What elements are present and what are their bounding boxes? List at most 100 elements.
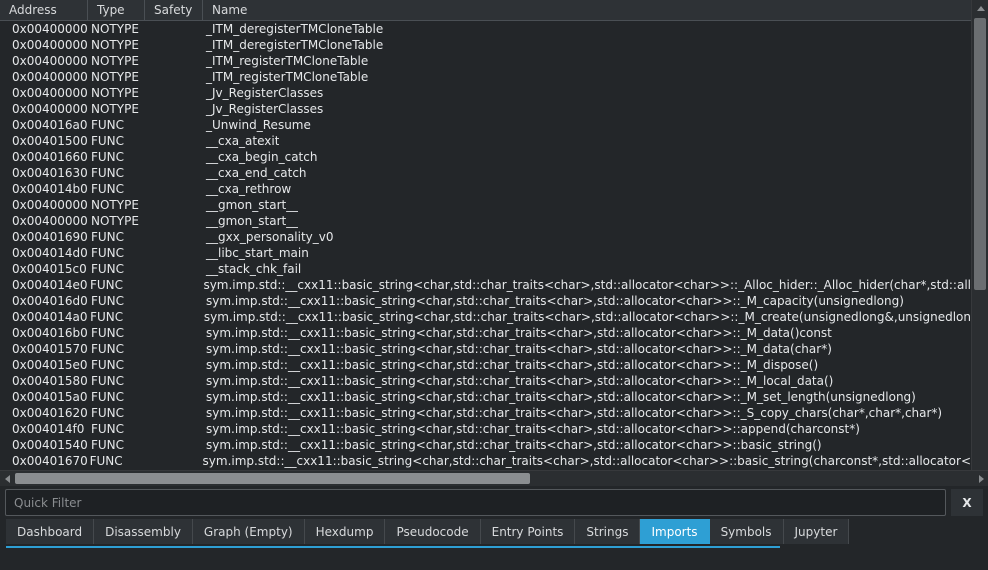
table-row[interactable]: 0x00400000 NOTYPE _Jv_RegisterClasses bbox=[0, 101, 971, 117]
table-row[interactable]: 0x00400000 NOTYPE _ITM_registerTMCloneTabl… bbox=[0, 53, 971, 69]
table-row[interactable]: 0x004016d0 FUNC sym.imp.std::__cxx11::basi… bbox=[0, 293, 971, 309]
cell-safety bbox=[145, 373, 203, 389]
tab-jupyter[interactable]: Jupyter bbox=[783, 519, 850, 544]
table-row[interactable]: 0x004014e0 FUNC sym.imp.std::__cxx11::basi… bbox=[0, 277, 971, 293]
bottom-tab-bar: Dashboard Disassembly Graph (Empty) Hexdump… bbox=[0, 519, 988, 550]
cell-address: 0x00400000 bbox=[12, 54, 88, 68]
cell-safety bbox=[145, 341, 203, 357]
table-row[interactable]: 0x004015a0 FUNC sym.imp.std::__cxx11::basi… bbox=[0, 389, 971, 405]
table-row[interactable]: 0x00400000 NOTYPE __gmon_start__ bbox=[0, 197, 971, 213]
table-row[interactable]: 0x00401630 FUNC __cxa_end_catch bbox=[0, 165, 971, 181]
table-row[interactable]: 0x00400000 NOTYPE _ITM_deregisterTMCloneTa… bbox=[0, 21, 971, 37]
cell-address: 0x00401540 bbox=[12, 438, 88, 452]
cell-safety bbox=[145, 261, 203, 277]
cell-safety bbox=[145, 117, 203, 133]
table-row[interactable]: 0x004016a0 FUNC _Unwind_Resume bbox=[0, 117, 971, 133]
cell-safety bbox=[143, 277, 200, 293]
horizontal-scrollbar[interactable] bbox=[0, 470, 988, 486]
cell-type: FUNC bbox=[91, 134, 125, 148]
cell-address: 0x00401580 bbox=[12, 374, 88, 388]
table-row[interactable]: 0x004015e0 FUNC sym.imp.std::__cxx11::basi… bbox=[0, 357, 971, 373]
cell-safety bbox=[145, 181, 203, 197]
table-row[interactable]: 0x00400000 NOTYPE _ITM_registerTMCloneTabl… bbox=[0, 69, 971, 85]
column-header-safety[interactable]: Safety bbox=[145, 0, 203, 21]
scroll-up-arrow-icon[interactable] bbox=[972, 0, 988, 16]
quick-filter-input[interactable] bbox=[5, 489, 946, 516]
cell-name: sym.imp.std::__cxx11::basic_string<char,… bbox=[202, 454, 971, 468]
column-header-name[interactable]: Name bbox=[203, 0, 971, 21]
table-row[interactable]: 0x00401580 FUNC sym.imp.std::__cxx11::basi… bbox=[0, 373, 971, 389]
tab-dashboard[interactable]: Dashboard bbox=[6, 519, 95, 544]
cell-type: FUNC bbox=[91, 166, 125, 180]
column-header-type[interactable]: Type bbox=[88, 0, 145, 21]
tab-disassembly[interactable]: Disassembly bbox=[94, 519, 193, 544]
cell-name: sym.imp.std::__cxx11::basic_string<char,… bbox=[206, 342, 832, 356]
vertical-scroll-track[interactable] bbox=[972, 16, 988, 470]
column-header-address[interactable]: Address bbox=[0, 0, 88, 21]
cell-address: 0x00400000 bbox=[12, 214, 88, 228]
tab-hexdump[interactable]: Hexdump bbox=[304, 519, 386, 544]
cell-type: FUNC bbox=[91, 422, 125, 436]
cell-name: sym.imp.std::__cxx11::basic_string<char,… bbox=[206, 438, 822, 452]
cell-name: sym.imp.std::__cxx11::basic_string<char,… bbox=[206, 422, 860, 436]
tab-pseudocode[interactable]: Pseudocode bbox=[385, 519, 481, 544]
scroll-right-arrow-icon[interactable] bbox=[974, 471, 988, 486]
cell-type: FUNC bbox=[91, 358, 125, 372]
tab-symbols[interactable]: Symbols bbox=[709, 519, 784, 544]
tab-imports[interactable]: Imports bbox=[640, 519, 710, 544]
cell-name: sym.imp.std::__cxx11::basic_string<char,… bbox=[206, 406, 943, 420]
cell-safety bbox=[145, 101, 203, 117]
table-row[interactable]: 0x004014b0 FUNC __cxa_rethrow bbox=[0, 181, 971, 197]
cell-address: 0x00400000 bbox=[12, 86, 88, 100]
cell-type: FUNC bbox=[91, 182, 125, 196]
table-row[interactable]: 0x004014f0 FUNC sym.imp.std::__cxx11::basi… bbox=[0, 421, 971, 437]
cell-name: __cxa_atexit bbox=[206, 134, 280, 148]
cell-type: FUNC bbox=[91, 326, 125, 340]
table-row[interactable]: 0x00401620 FUNC sym.imp.std::__cxx11::basi… bbox=[0, 405, 971, 421]
table-row[interactable]: 0x00401540 FUNC sym.imp.std::__cxx11::basi… bbox=[0, 437, 971, 453]
table-row[interactable]: 0x004015c0 FUNC __stack_chk_fail bbox=[0, 261, 971, 277]
cell-type: FUNC bbox=[91, 294, 125, 308]
table-row[interactable]: 0x004014a0 FUNC sym.imp.std::__cxx11::basi… bbox=[0, 309, 971, 325]
table-row[interactable]: 0x00401660 FUNC __cxa_begin_catch bbox=[0, 149, 971, 165]
cell-name: sym.imp.std::__cxx11::basic_string<char,… bbox=[203, 278, 971, 292]
cell-name: __gxx_personality_v0 bbox=[206, 230, 334, 244]
table-row[interactable]: 0x00400000 NOTYPE _Jv_RegisterClasses bbox=[0, 85, 971, 101]
cell-name: __cxa_end_catch bbox=[206, 166, 307, 180]
table-row[interactable]: 0x00401500 FUNC __cxa_atexit bbox=[0, 133, 971, 149]
cell-address: 0x004014f0 bbox=[12, 422, 85, 436]
table-row[interactable]: 0x00400000 NOTYPE __gmon_start__ bbox=[0, 213, 971, 229]
vertical-scrollbar[interactable] bbox=[971, 0, 988, 486]
horizontal-scroll-thumb[interactable] bbox=[15, 473, 530, 484]
tab-graph-empty[interactable]: Graph (Empty) bbox=[192, 519, 305, 544]
tab-strings[interactable]: Strings bbox=[575, 519, 641, 544]
cell-type: NOTYPE bbox=[91, 22, 139, 36]
clear-filter-button[interactable]: X bbox=[951, 489, 983, 516]
cell-type: FUNC bbox=[91, 374, 125, 388]
cell-address: 0x00401670 bbox=[12, 454, 87, 468]
cell-safety bbox=[145, 405, 203, 421]
table-row[interactable]: 0x00400000 NOTYPE _ITM_deregisterTMCloneTa… bbox=[0, 37, 971, 53]
cell-safety bbox=[145, 69, 203, 85]
vertical-scroll-thumb[interactable] bbox=[974, 18, 986, 290]
cell-safety bbox=[145, 53, 203, 69]
table-row[interactable]: 0x00401670 FUNC sym.imp.std::__cxx11::basi… bbox=[0, 453, 971, 469]
cell-address: 0x004016b0 bbox=[12, 326, 88, 340]
table-row[interactable]: 0x004016b0 FUNC sym.imp.std::__cxx11::basi… bbox=[0, 325, 971, 341]
cell-name: sym.imp.std::__cxx11::basic_string<char,… bbox=[206, 294, 904, 308]
cell-address: 0x00401570 bbox=[12, 342, 88, 356]
scroll-left-arrow-icon[interactable] bbox=[0, 471, 14, 486]
table-row[interactable]: 0x00401570 FUNC sym.imp.std::__cxx11::basi… bbox=[0, 341, 971, 357]
tab-entry-points[interactable]: Entry Points bbox=[480, 519, 576, 544]
cell-name: _ITM_registerTMCloneTable bbox=[206, 70, 369, 84]
cell-safety bbox=[145, 197, 203, 213]
cell-safety bbox=[145, 37, 203, 53]
quick-filter-bar: X bbox=[0, 486, 988, 519]
cell-type: FUNC bbox=[91, 246, 125, 260]
table-row[interactable]: 0x004014d0 FUNC __libc_start_main bbox=[0, 245, 971, 261]
table-row[interactable]: 0x00401690 FUNC __gxx_personality_v0 bbox=[0, 229, 971, 245]
cell-safety bbox=[145, 213, 203, 229]
table-body: 0x00400000 NOTYPE _ITM_deregisterTMCloneTa… bbox=[0, 21, 971, 485]
cell-name: _ITM_registerTMCloneTable bbox=[206, 54, 369, 68]
cell-safety bbox=[145, 389, 203, 405]
